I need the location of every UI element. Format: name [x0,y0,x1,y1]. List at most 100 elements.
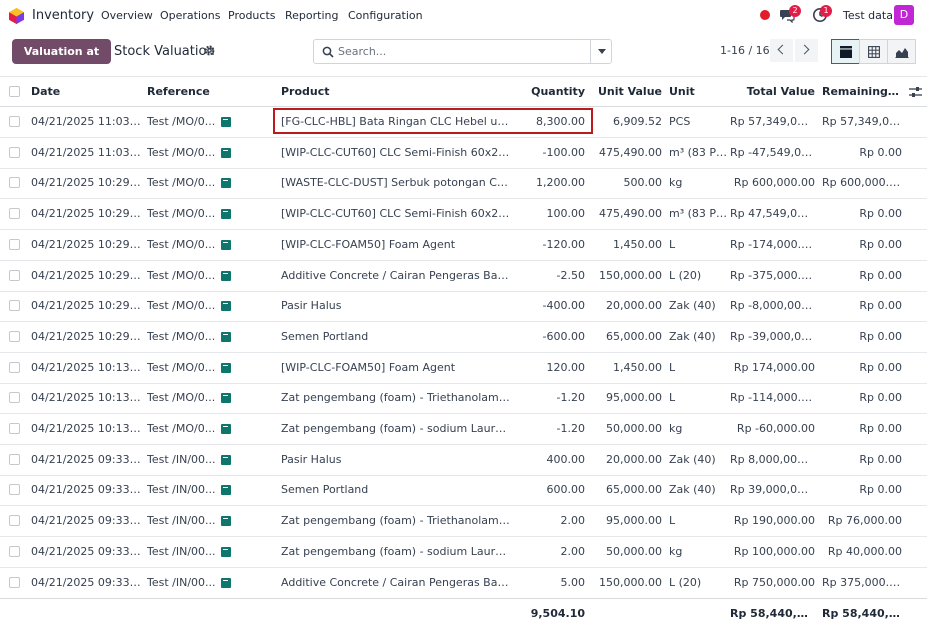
cell-quantity: 1,200.00 [536,176,585,190]
row-checkbox[interactable] [9,116,20,127]
column-header-remaining-value[interactable]: Remaining Val... [822,77,902,107]
company-switcher[interactable]: Test data [843,9,893,22]
row-checkbox[interactable] [9,423,20,434]
row-checkbox[interactable] [9,453,20,465]
journal-entry-icon[interactable] [221,393,231,404]
row-checkbox[interactable] [9,545,20,557]
cell-remaining-value: Rp 0.00 [859,299,902,313]
row-checkbox[interactable] [9,392,20,404]
gear-icon[interactable] [204,45,215,56]
cell-unit-value: 95,000.00 [606,391,662,405]
row-checkbox[interactable] [9,146,20,158]
journal-entry-icon[interactable] [221,209,231,220]
row-checkbox[interactable] [9,269,20,281]
journal-entry-icon[interactable] [221,485,231,496]
search-input[interactable] [338,43,588,60]
table-row[interactable]: 04/21/2025 09:33:15 Test /IN/00... Pasir H… [0,445,927,476]
cell-quantity: 2.00 [560,544,586,558]
select-all-checkbox[interactable] [9,86,20,97]
row-checkbox[interactable] [9,238,20,250]
menu-reporting[interactable]: Reporting [285,9,338,22]
cell-product: [WASTE-CLC-DUST] Serbuk potongan CLC (bi… [281,176,511,190]
table-row[interactable]: 04/21/2025 09:33:15 Test /IN/00... Zat pen… [0,506,927,538]
row-checkbox[interactable] [9,300,20,312]
cell-unit: L (20) [669,575,702,589]
graph-view-button[interactable] [887,39,916,64]
column-header-product[interactable]: Product [281,77,431,107]
app-name[interactable]: Inventory [32,8,94,23]
row-checkbox[interactable] [9,177,20,189]
pager-previous-button[interactable] [770,39,793,62]
pager-value[interactable]: 1-16 / 16 [720,44,770,57]
table-row[interactable]: 04/21/2025 10:13:29 Test /MO/0... Zat peng… [0,414,927,445]
journal-entry-icon[interactable] [221,147,231,158]
table-row[interactable]: 04/21/2025 11:03:26 Test /MO/0... [FG-CLC-… [0,107,927,138]
journal-entry-icon[interactable] [221,117,231,127]
total-quantity: 9,504.10 [530,607,585,620]
cell-remaining-value: Rp 76,000.00 [827,514,902,528]
journal-entry-icon[interactable] [221,546,231,557]
journal-entry-icon[interactable] [221,239,231,250]
journal-entry-icon[interactable] [221,362,231,373]
journal-entry-icon[interactable] [221,301,231,312]
menu-operations[interactable]: Operations [160,9,220,22]
row-checkbox[interactable] [9,576,20,588]
area-chart-icon [895,48,909,58]
menu-products[interactable]: Products [228,9,276,22]
row-checkbox[interactable] [9,515,20,527]
column-header-quantity[interactable]: Quantity [515,77,585,107]
table-row[interactable]: 04/21/2025 09:33:15 Test /IN/00... Zat pen… [0,537,927,568]
cell-reference: Test /MO/0... [147,391,216,405]
table-row[interactable]: 04/21/2025 09:33:15 Test /IN/00... Additiv… [0,568,927,599]
journal-entry-icon[interactable] [221,331,231,342]
journal-entry-icon[interactable] [221,270,231,281]
row-checkbox[interactable] [9,208,20,220]
journal-entry-icon[interactable] [221,577,231,588]
table-row[interactable]: 04/21/2025 10:29:41 Test /MO/0... [WASTE-C… [0,168,927,200]
menu-overview[interactable]: Overview [101,9,153,22]
row-checkbox[interactable] [9,330,20,342]
user-avatar[interactable]: D [894,5,914,25]
menu-configuration[interactable]: Configuration [348,9,423,22]
journal-entry-icon[interactable] [221,516,231,527]
optional-columns-icon[interactable] [909,86,922,98]
column-header-total-value[interactable]: Total Value [730,77,815,107]
cell-product: Additive Concrete / Cairan Pengeras Bata… [281,575,511,589]
cell-quantity: -120.00 [542,237,585,251]
table-row[interactable]: 04/21/2025 10:29:41 Test /MO/0... [WIP-CLC… [0,199,927,231]
list-view-button[interactable] [831,39,860,64]
journal-entry-icon[interactable] [221,178,231,189]
pager-next-button[interactable] [795,39,818,62]
table-row[interactable]: 04/21/2025 10:29:41 Test /MO/0... Pasir Ha… [0,291,927,323]
inventory-app-icon[interactable] [9,8,24,24]
cell-unit-value: 475,490.00 [599,207,662,221]
table-row[interactable]: 04/21/2025 10:29:41 Test /MO/0... Semen Po… [0,322,927,353]
cell-reference: Test /MO/0... [147,115,216,128]
column-header-reference[interactable]: Reference [147,77,257,107]
pivot-view-button[interactable] [859,39,888,64]
table-row[interactable]: 04/21/2025 11:03:26 Test /MO/0... [WIP-CLC… [0,138,927,169]
valuation-at-date-button[interactable]: Valuation at Date [12,39,111,83]
column-header-unit[interactable]: Unit [669,77,729,107]
cell-unit: Zak (40) [669,329,716,343]
recording-indicator-icon[interactable] [760,10,770,20]
journal-entry-icon[interactable] [221,424,231,434]
column-header-date[interactable]: Date [31,77,131,107]
table-row[interactable]: 04/21/2025 10:13:29 Test /MO/0... Zat peng… [0,383,927,415]
table-row[interactable]: 04/21/2025 10:13:29 Test /MO/0... [WIP-CLC… [0,353,927,384]
cell-unit: Zak (40) [669,452,716,466]
table-row[interactable]: 04/21/2025 10:29:41 Test /MO/0... Additive… [0,261,927,292]
column-header-unit-value[interactable]: Unit Value [592,77,662,107]
cell-total-value: Rp -114,000.00 [730,391,815,405]
cell-quantity: -100.00 [542,145,585,159]
row-checkbox[interactable] [9,361,20,373]
cell-product: Zat pengembang (foam) - Triethanolamine … [281,391,511,405]
row-checkbox[interactable] [9,484,20,496]
search-options-toggle[interactable] [590,40,612,63]
top-navbar: Inventory Overview Operations Products R… [0,0,927,32]
cell-remaining-value: Rp 0.00 [859,422,902,435]
table-row[interactable]: 04/21/2025 09:33:15 Test /IN/00... Semen P… [0,475,927,507]
cell-unit-value: 65,000.00 [606,329,662,343]
table-row[interactable]: 04/21/2025 10:29:41 Test /MO/0... [WIP-CLC… [0,230,927,261]
journal-entry-icon[interactable] [221,454,231,465]
